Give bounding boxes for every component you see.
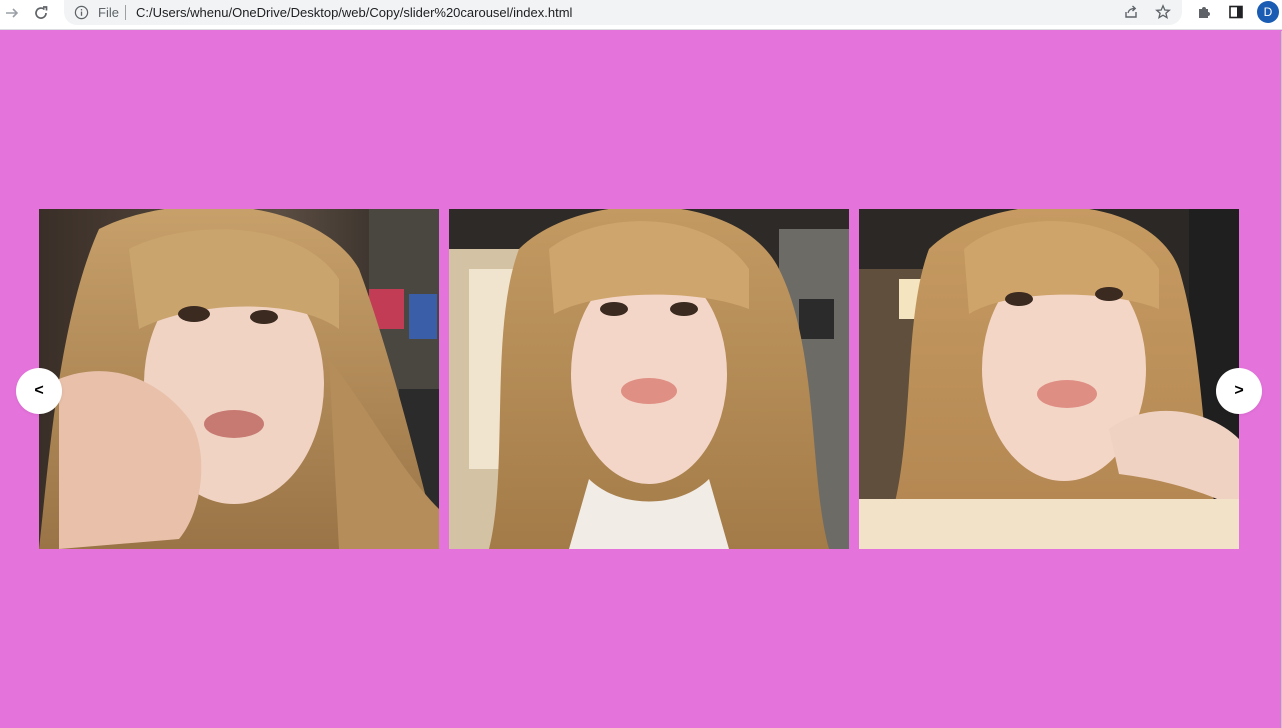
forward-button[interactable]	[0, 0, 24, 25]
browser-toolbar: File C:/Users/whenu/OneDrive/Desktop/web…	[0, 0, 1282, 30]
extensions-icon	[1199, 7, 1210, 18]
share-button[interactable]	[1120, 1, 1142, 23]
reload-icon	[35, 5, 48, 19]
forward-icon	[6, 7, 19, 18]
extensions-button[interactable]	[1193, 1, 1215, 23]
carousel-next-button[interactable]: >	[1216, 368, 1262, 414]
side-panel-button[interactable]	[1225, 1, 1247, 23]
slide-photo-3	[859, 209, 1239, 549]
star-icon	[1155, 4, 1171, 19]
address-bar[interactable]: File C:/Users/whenu/OneDrive/Desktop/web…	[64, 0, 1182, 25]
carousel-prev-button[interactable]: <	[16, 368, 62, 414]
slide-photo-2	[449, 209, 849, 549]
info-icon[interactable]	[74, 5, 89, 20]
profile-avatar[interactable]: D	[1257, 1, 1279, 23]
carousel-slide-3	[859, 209, 1239, 549]
carousel-slide-1	[39, 209, 439, 549]
reload-button[interactable]	[29, 0, 53, 25]
file-scheme-label: File	[98, 5, 119, 20]
share-icon	[1125, 5, 1137, 18]
side-panel-icon	[1229, 5, 1243, 19]
bookmark-button[interactable]	[1152, 1, 1174, 23]
omnibox-divider	[125, 5, 126, 20]
url-text[interactable]: C:/Users/whenu/OneDrive/Desktop/web/Copy…	[136, 5, 572, 20]
carousel-slide-2	[449, 209, 849, 549]
slide-photo-1	[39, 209, 439, 549]
